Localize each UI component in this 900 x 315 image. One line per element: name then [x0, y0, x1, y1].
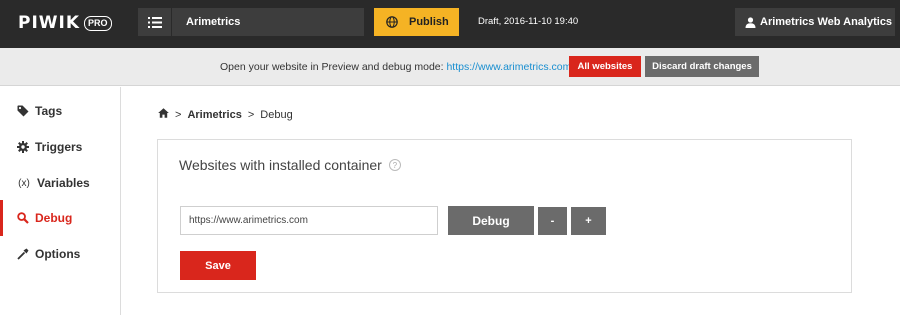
variable-icon: (x): [18, 177, 30, 189]
publish-label: Publish: [409, 16, 449, 28]
account-menu[interactable]: Arimetrics Web Analytics: [735, 8, 895, 36]
breadcrumb-current: Debug: [260, 108, 293, 121]
save-button[interactable]: Save: [180, 251, 256, 280]
sidebar-item-tags[interactable]: Tags: [0, 93, 120, 129]
card-title-text: Websites with installed container: [179, 157, 382, 173]
top-bar: PIWIK PRO Arimetrics Publish Draft, 2016…: [0, 0, 900, 48]
piwik-pro-logo[interactable]: PIWIK PRO: [18, 13, 112, 33]
preview-info-bar: Open your website in Preview and debug m…: [0, 48, 900, 86]
sidebar-item-label: Debug: [35, 211, 73, 225]
help-icon[interactable]: ?: [388, 159, 401, 171]
breadcrumb-separator: >: [247, 108, 255, 121]
breadcrumb-separator: >: [175, 108, 182, 121]
gear-icon: [16, 141, 30, 153]
sidebar: Tags Triggers (x) Variables Debug Option…: [0, 87, 121, 315]
sidebar-item-triggers[interactable]: Triggers: [0, 129, 120, 165]
logo-badge: PRO: [84, 15, 112, 31]
preview-url-link[interactable]: https://www.arimetrics.com: [446, 61, 571, 73]
remove-website-button[interactable]: -: [538, 207, 567, 235]
sidebar-item-label: Triggers: [35, 140, 83, 154]
site-selector[interactable]: Arimetrics: [138, 8, 364, 36]
all-websites-button[interactable]: All websites: [569, 56, 641, 77]
preview-message-text: Open your website in Preview and debug m…: [220, 61, 447, 73]
sidebar-item-label: Tags: [35, 104, 63, 118]
website-url-input[interactable]: [180, 206, 438, 235]
sidebar-item-variables[interactable]: (x) Variables: [0, 165, 120, 201]
draft-timestamp: Draft, 2016-11-10 19:40: [478, 16, 579, 27]
search-icon: [16, 212, 30, 224]
wrench-icon: [16, 248, 30, 260]
sidebar-item-label: Options: [35, 247, 81, 261]
card-title: Websites with installed container ?: [179, 157, 401, 173]
tag-icon: [16, 105, 30, 117]
breadcrumb-site-link[interactable]: Arimetrics: [187, 109, 241, 121]
sidebar-item-label: Variables: [37, 176, 90, 190]
account-name: Arimetrics Web Analytics: [760, 16, 893, 28]
sidebar-item-options[interactable]: Options: [0, 236, 120, 272]
add-website-button[interactable]: +: [571, 207, 606, 235]
home-icon[interactable]: [158, 108, 169, 121]
preview-message: Open your website in Preview and debug m…: [220, 61, 571, 73]
breadcrumb: > Arimetrics > Debug: [158, 108, 293, 121]
sidebar-item-debug[interactable]: Debug: [0, 200, 120, 236]
logo-text: PIWIK: [18, 13, 81, 33]
installed-container-card: Websites with installed container ? Debu…: [157, 139, 852, 293]
debug-button[interactable]: Debug: [448, 206, 534, 235]
publish-button[interactable]: Publish: [374, 8, 459, 36]
site-name: Arimetrics: [186, 16, 241, 28]
hamburger-menu-icon[interactable]: [138, 8, 172, 36]
globe-icon: [386, 16, 398, 28]
user-icon: [745, 16, 756, 28]
discard-draft-button[interactable]: Discard draft changes: [645, 56, 759, 77]
